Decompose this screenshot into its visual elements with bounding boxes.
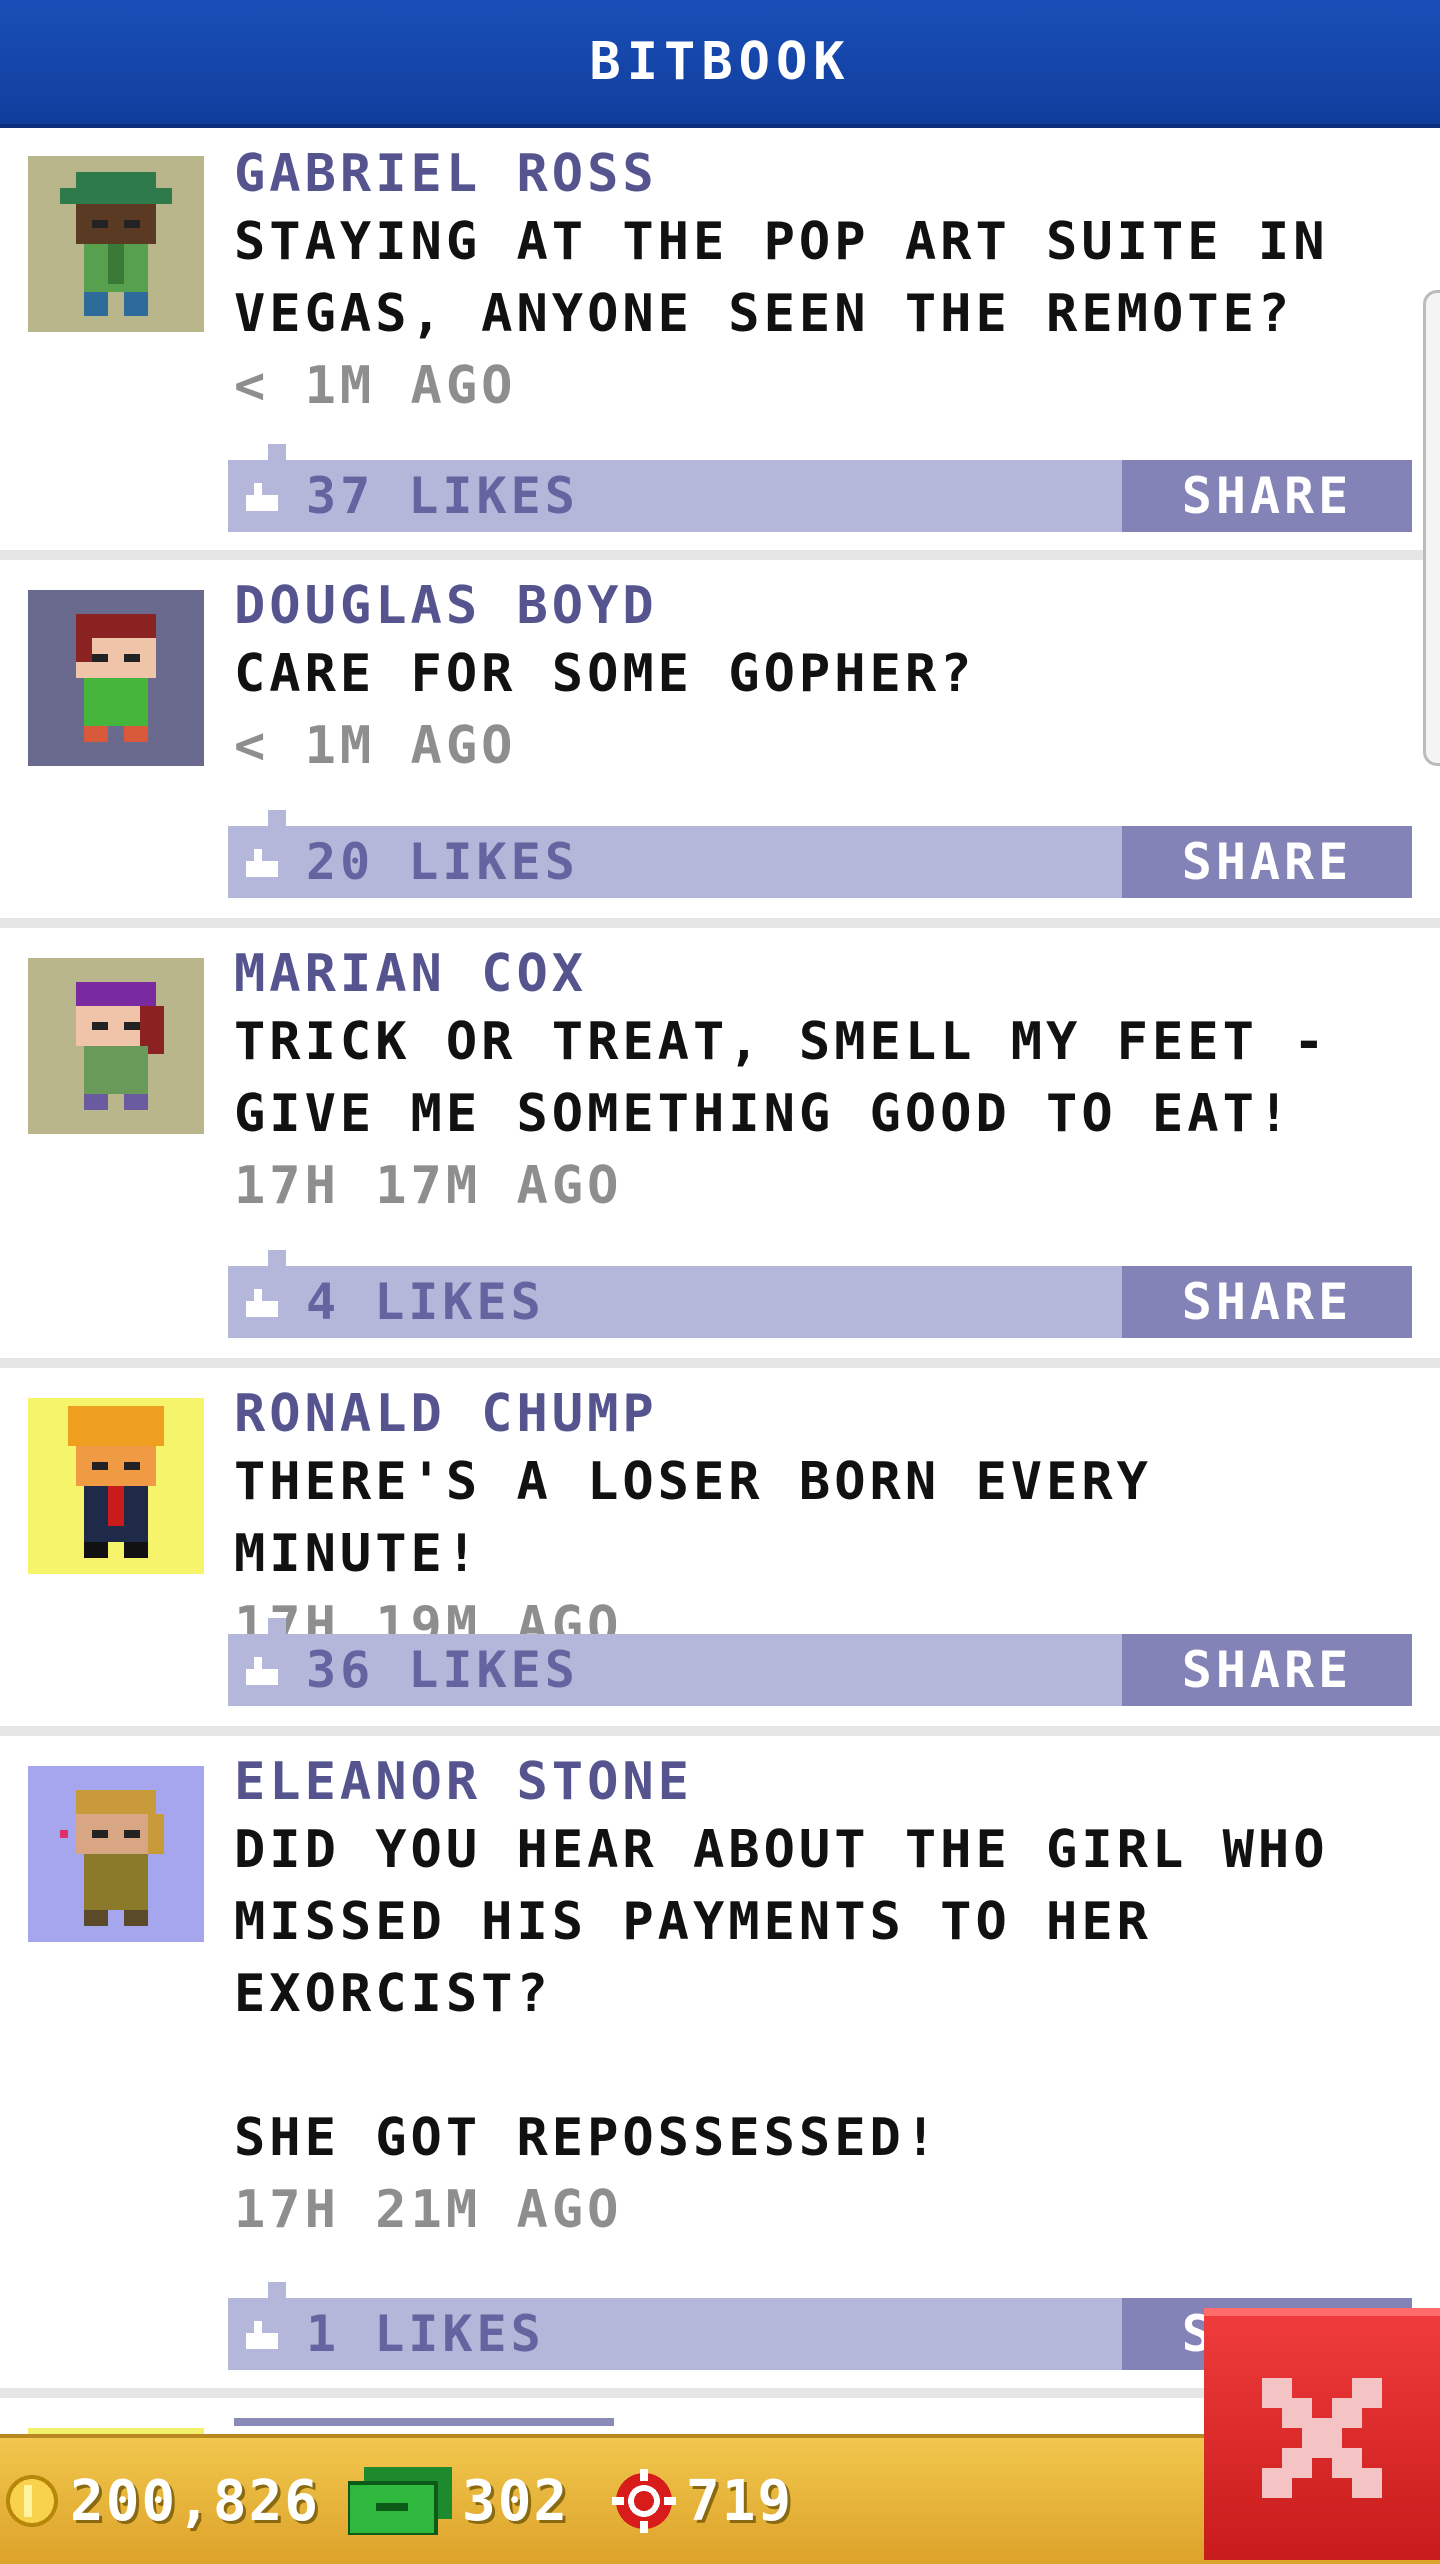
bux-value: 302 bbox=[462, 2468, 570, 2534]
thumbs-up-icon bbox=[242, 1656, 282, 1685]
app-header: BITBOOK bbox=[0, 0, 1440, 128]
avatar-green-hat-icon[interactable] bbox=[28, 156, 204, 332]
close-icon bbox=[1262, 2378, 1382, 2498]
coins-value: 200,826 bbox=[70, 2468, 321, 2534]
post-author[interactable]: DOUGLAS BOYD bbox=[234, 574, 1410, 638]
bux-stat: 302 bbox=[348, 2438, 569, 2564]
post-author[interactable]: GABRIEL ROSS bbox=[234, 142, 1410, 206]
thumbs-up-icon bbox=[242, 1288, 282, 1317]
like-count[interactable]: 36 LIKES bbox=[306, 1634, 579, 1706]
share-button[interactable]: SHARE bbox=[1122, 1266, 1412, 1338]
thumbs-up-icon bbox=[242, 848, 282, 877]
like-count[interactable]: 4 LIKES bbox=[306, 1266, 545, 1338]
like-bar: 4 LIKES SHARE bbox=[228, 1250, 1412, 1338]
chips-value: 719 bbox=[686, 2468, 794, 2534]
coin-icon bbox=[6, 2475, 58, 2527]
bux-icon bbox=[348, 2467, 452, 2535]
like-bar-tab bbox=[268, 1618, 286, 1636]
share-button[interactable]: SHARE bbox=[1122, 460, 1412, 532]
post-message: DID YOU HEAR ABOUT THE GIRL WHO MISSED H… bbox=[234, 1820, 1329, 2168]
post-author[interactable]: RONALD CHUMP bbox=[234, 1382, 1410, 1446]
thumbs-up-icon bbox=[242, 482, 282, 511]
like-bar-tab bbox=[268, 444, 286, 462]
share-button[interactable]: SHARE bbox=[1122, 826, 1412, 898]
post-item: MARIAN COX TRICK OR TREAT, SMELL MY FEET… bbox=[0, 928, 1440, 1368]
scrollbar[interactable] bbox=[1423, 290, 1440, 766]
app-title: BITBOOK bbox=[589, 32, 851, 92]
like-bar: 20 LIKES SHARE bbox=[228, 810, 1412, 898]
post-time: < 1M AGO bbox=[234, 716, 517, 776]
like-bar: 36 LIKES SHARE bbox=[228, 1618, 1412, 1706]
post-item: ELEANOR STONE DID YOU HEAR ABOUT THE GIR… bbox=[0, 1736, 1440, 2398]
like-bar-tab bbox=[268, 810, 286, 828]
like-count[interactable]: 37 LIKES bbox=[306, 460, 579, 532]
chips-stat: 719 bbox=[612, 2438, 793, 2564]
feed[interactable]: GABRIEL ROSS STAYING AT THE POP ART SUIT… bbox=[0, 128, 1440, 2398]
like-count[interactable]: 1 LIKES bbox=[306, 2298, 545, 2370]
coins-stat: 200,826 bbox=[4, 2438, 320, 2564]
like-bar: 37 LIKES SHARE bbox=[228, 444, 1412, 532]
author-peek bbox=[234, 2418, 614, 2426]
post-author[interactable]: ELEANOR STONE bbox=[234, 1750, 1410, 1814]
avatar-purple-hair-icon[interactable] bbox=[28, 958, 204, 1134]
post-time: 17H 21M AGO bbox=[234, 2180, 623, 2240]
post-item: GABRIEL ROSS STAYING AT THE POP ART SUIT… bbox=[0, 128, 1440, 560]
post-author[interactable]: MARIAN COX bbox=[234, 942, 1410, 1006]
like-bar-tab bbox=[268, 2282, 286, 2300]
post-message: TRICK OR TREAT, SMELL MY FEET - GIVE ME … bbox=[234, 1012, 1329, 1144]
like-count[interactable]: 20 LIKES bbox=[306, 826, 579, 898]
post-message: STAYING AT THE POP ART SUITE IN VEGAS, A… bbox=[234, 212, 1329, 344]
close-button[interactable] bbox=[1204, 2308, 1440, 2560]
post-message: THERE'S A LOSER BORN EVERY MINUTE! bbox=[234, 1452, 1152, 1584]
avatar-redhead-icon[interactable] bbox=[28, 590, 204, 766]
chip-icon bbox=[612, 2469, 676, 2533]
post-item: DOUGLAS BOYD CARE FOR SOME GOPHER? < 1M … bbox=[0, 560, 1440, 928]
like-bar-tab bbox=[268, 1250, 286, 1268]
avatar-blonde-suit-icon[interactable] bbox=[28, 1398, 204, 1574]
post-time: < 1M AGO bbox=[234, 356, 517, 416]
thumbs-up-icon bbox=[242, 2320, 282, 2349]
post-message: CARE FOR SOME GOPHER? bbox=[234, 644, 976, 704]
post-item: RONALD CHUMP THERE'S A LOSER BORN EVERY … bbox=[0, 1368, 1440, 1736]
avatar-blonde-girl-icon[interactable] bbox=[28, 1766, 204, 1942]
post-time: 17H 17M AGO bbox=[234, 1156, 623, 1216]
share-button[interactable]: SHARE bbox=[1122, 1634, 1412, 1706]
